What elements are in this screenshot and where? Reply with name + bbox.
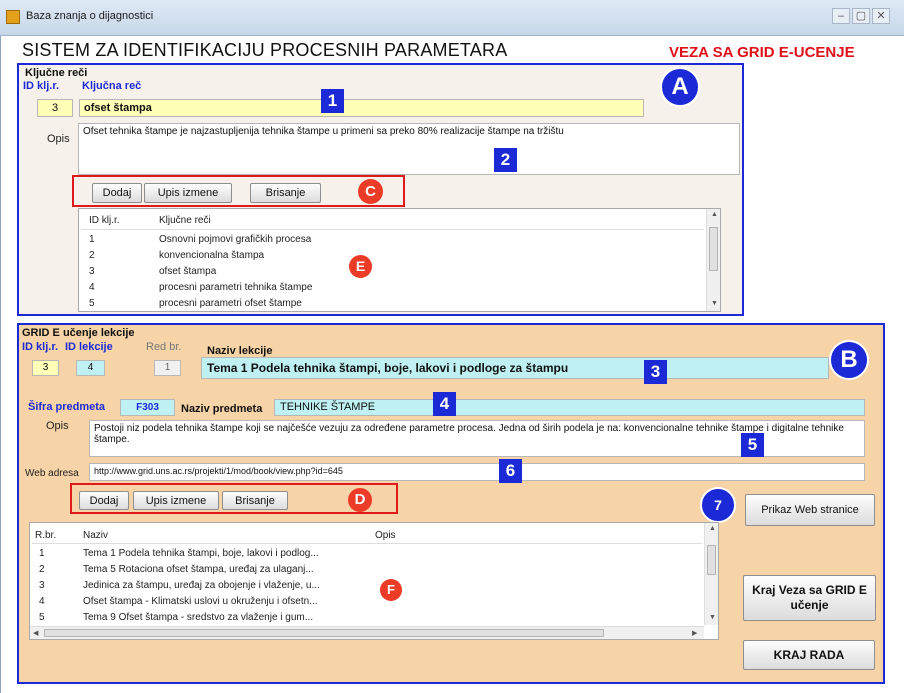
marker-6: 6 xyxy=(499,459,522,483)
keywords-vscroll[interactable]: ▲ ▼ xyxy=(706,209,720,311)
keyword-field[interactable]: ofset štampa xyxy=(79,99,644,117)
marker-2: 2 xyxy=(494,148,517,172)
marker-d: D xyxy=(348,488,372,512)
grid-link[interactable]: VEZA SA GRID E-UCENJE xyxy=(669,44,855,61)
marker-a: A xyxy=(660,67,700,107)
web-address-label: Web adresa xyxy=(25,468,79,479)
list-item[interactable]: ofset štampa xyxy=(159,266,216,277)
close-button[interactable]: ✕ xyxy=(872,8,890,24)
lesson-update-button[interactable]: Upis izmene xyxy=(133,491,219,510)
keyword-id-field[interactable]: 3 xyxy=(37,99,73,117)
keyword-add-button[interactable]: Dodaj xyxy=(92,183,142,203)
scroll-down-icon[interactable]: ▼ xyxy=(709,614,716,621)
scroll-down-icon[interactable]: ▼ xyxy=(711,300,718,307)
marker-5: 5 xyxy=(741,433,764,457)
keyword-desc-label: Opis xyxy=(47,133,70,145)
keywords-col-id: ID klj.r. xyxy=(89,215,120,226)
table-row[interactable]: 5 xyxy=(39,612,45,623)
list-item[interactable]: 4 xyxy=(89,282,95,293)
list-item[interactable]: 3 xyxy=(89,266,95,277)
lesson-name-field[interactable]: Tema 1 Podela tehnika štampi, boje, lako… xyxy=(201,357,829,379)
lesson-order-field[interactable]: 1 xyxy=(154,360,181,376)
list-item[interactable]: Osnovni pojmovi grafičkih procesa xyxy=(159,234,311,245)
lessons-hscroll[interactable]: ◀ ▶ xyxy=(30,626,704,639)
keyword-id-label: ID klj.r. xyxy=(23,80,60,92)
keywords-group-label: Ključne reči xyxy=(25,67,88,79)
lesson-keyword-id-label: ID klj.r. xyxy=(22,341,59,353)
keyword-update-button[interactable]: Upis izmene xyxy=(144,183,232,203)
lesson-add-button[interactable]: Dodaj xyxy=(79,491,129,510)
lessons-col-desc: Opis xyxy=(375,530,396,541)
list-item[interactable]: 1 xyxy=(89,234,95,245)
scroll-right-icon[interactable]: ▶ xyxy=(692,629,697,637)
scroll-left-icon[interactable]: ◀ xyxy=(33,629,38,637)
marker-4: 4 xyxy=(433,392,456,416)
show-web-page-button[interactable]: Prikaz Web stranice xyxy=(745,494,875,526)
scroll-thumb[interactable] xyxy=(707,545,716,575)
marker-7: 7 xyxy=(700,487,736,523)
subject-name-field[interactable]: TEHNIKE ŠTAMPE xyxy=(274,399,865,416)
marker-f: F xyxy=(380,579,402,601)
table-row[interactable]: 1 xyxy=(39,548,45,559)
list-item[interactable]: procesni parametri tehnika štampe xyxy=(159,282,312,293)
table-row[interactable]: Ofset štampa - Klimatski uslovi u okruže… xyxy=(83,596,318,607)
keyword-delete-button[interactable]: Brisanje xyxy=(250,183,321,203)
app-icon xyxy=(6,10,20,24)
list-item[interactable]: 5 xyxy=(89,298,95,309)
lesson-keyword-id-field[interactable]: 3 xyxy=(32,360,59,376)
lesson-id-label: ID lekcije xyxy=(65,341,113,353)
lesson-id-field[interactable]: 4 xyxy=(76,360,105,376)
lesson-name-label: Naziv lekcije xyxy=(207,345,273,357)
table-row[interactable]: Tema 5 Rotaciona ofset štampa, uređaj za… xyxy=(83,564,314,575)
keyword-label: Ključna reč xyxy=(82,80,142,92)
marker-c: C xyxy=(358,179,383,204)
lesson-delete-button[interactable]: Brisanje xyxy=(222,491,288,510)
subject-code-label: Šifra predmeta xyxy=(28,401,106,413)
lessons-col-no: R.br. xyxy=(35,530,57,541)
keywords-col-name: Ključne reči xyxy=(159,215,211,226)
table-row[interactable]: 2 xyxy=(39,564,45,575)
keywords-list[interactable]: ID klj.r. Ključne reči 1 Osnovni pojmovi… xyxy=(78,208,721,312)
lessons-col-name: Naziv xyxy=(83,530,109,541)
list-item[interactable]: procesni parametri ofset štampe xyxy=(159,298,302,309)
marker-e: E xyxy=(349,255,372,278)
lessons-group-label: GRID E učenje lekcije xyxy=(22,327,135,339)
table-row[interactable]: 3 xyxy=(39,580,45,591)
window-titlebar: Baza znanja o dijagnostici – ▢ ✕ xyxy=(0,0,904,36)
list-item[interactable]: konvencionalna štampa xyxy=(159,250,264,261)
marker-b: B xyxy=(829,340,869,380)
list-header-divider xyxy=(32,543,702,544)
subject-name-label: Naziv predmeta xyxy=(181,403,263,415)
end-work-button[interactable]: KRAJ RADA xyxy=(743,640,875,670)
list-header-divider xyxy=(81,229,704,230)
subject-code-field[interactable]: F303 xyxy=(120,399,175,416)
marker-3: 3 xyxy=(644,360,667,384)
list-item[interactable]: 2 xyxy=(89,250,95,261)
web-address-field[interactable]: http://www.grid.uns.ac.rs/projekti/1/mod… xyxy=(89,463,865,481)
lessons-panel: GRID E učenje lekcije ID klj.r. ID lekci… xyxy=(17,323,885,684)
end-grid-link-button[interactable]: Kraj Veza sa GRID E učenje xyxy=(743,575,876,621)
table-row[interactable]: Jedinica za štampu, uređaj za obojenje i… xyxy=(83,580,320,591)
minimize-button[interactable]: – xyxy=(832,8,850,24)
lesson-desc-label: Opis xyxy=(46,420,69,432)
page-title: SISTEM ZA IDENTIFIKACIJU PROCESNIH PARAM… xyxy=(22,40,508,60)
scroll-up-icon[interactable]: ▲ xyxy=(709,525,716,532)
scroll-up-icon[interactable]: ▲ xyxy=(711,211,718,218)
maximize-button[interactable]: ▢ xyxy=(852,8,870,24)
keywords-panel: Ključne reči ID klj.r. Ključna reč 3 ofs… xyxy=(17,63,744,316)
table-row[interactable]: Tema 1 Podela tehnika štampi, boje, lako… xyxy=(83,548,319,559)
lesson-order-label: Red br. xyxy=(146,341,182,353)
scroll-thumb[interactable] xyxy=(44,629,604,637)
scroll-thumb[interactable] xyxy=(709,227,718,271)
window-title: Baza znanja o dijagnostici xyxy=(26,10,154,22)
lessons-vscroll[interactable]: ▲ ▼ xyxy=(704,523,718,625)
lessons-list[interactable]: R.br. Naziv Opis 1 Tema 1 Podela tehnika… xyxy=(29,522,719,640)
table-row[interactable]: 4 xyxy=(39,596,45,607)
marker-1: 1 xyxy=(321,89,344,113)
keyword-desc-field[interactable]: Ofset tehnika štampe je najzastupljenija… xyxy=(78,123,740,175)
table-row[interactable]: Tema 9 Ofset štampa - sredstvo za vlažen… xyxy=(83,612,313,623)
